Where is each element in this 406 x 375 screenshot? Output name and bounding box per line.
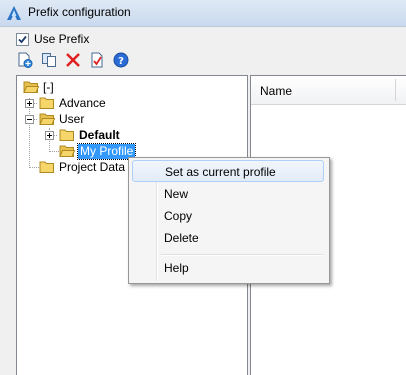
new-profile-button[interactable] <box>16 51 34 69</box>
svg-text:?: ? <box>118 56 124 67</box>
copy-button[interactable] <box>40 51 58 69</box>
menu-item-copy[interactable]: Copy <box>132 205 324 227</box>
window-title: Prefix configuration <box>28 5 131 19</box>
menu-item-help[interactable]: Help <box>132 257 324 279</box>
tree-item-label: Default <box>79 127 120 142</box>
folder-icon <box>59 129 74 141</box>
tree-item-advance[interactable]: Advance <box>39 95 106 111</box>
menu-item-delete[interactable]: Delete <box>132 227 324 249</box>
tree-item-default[interactable]: Default <box>59 127 120 143</box>
title-bar: Prefix configuration <box>0 0 406 27</box>
menu-separator <box>161 254 323 256</box>
tree-item-label: User <box>59 111 85 126</box>
folder-icon <box>39 161 54 173</box>
use-prefix-label: Use Prefix <box>34 32 90 46</box>
collapse-toggle[interactable] <box>25 115 34 124</box>
folder-icon <box>39 97 54 109</box>
copy-icon <box>42 53 56 67</box>
tree-connector <box>29 98 30 168</box>
tree-item-label: Advance <box>59 95 106 110</box>
context-menu: Set as current profile New Copy Delete H… <box>128 157 330 284</box>
tree-item-label: [-] <box>43 79 54 94</box>
folder-open-icon <box>23 81 39 93</box>
tree-item-my-profile[interactable]: My Profile <box>59 142 137 160</box>
folder-open-icon <box>59 145 75 157</box>
folder-open-icon <box>39 113 55 125</box>
tree-item-project-data[interactable]: Project Data <box>39 159 125 175</box>
help-button[interactable]: ? <box>112 51 130 69</box>
set-current-button[interactable] <box>88 51 106 69</box>
menu-item-label: Help <box>164 261 189 275</box>
expand-toggle[interactable] <box>25 99 34 108</box>
new-profile-icon <box>18 52 33 68</box>
delete-icon <box>66 53 80 67</box>
use-prefix-checkbox[interactable]: Use Prefix <box>16 31 89 47</box>
menu-item-label: Set as current profile <box>165 165 276 179</box>
delete-button[interactable] <box>64 51 82 69</box>
tree-item-label: My Profile <box>76 142 137 160</box>
list-header: Name <box>251 76 406 105</box>
checkbox-box[interactable] <box>16 32 29 46</box>
column-divider[interactable] <box>395 79 396 101</box>
expand-toggle[interactable] <box>45 131 54 140</box>
toolbar: ? <box>16 51 136 71</box>
menu-item-set-current-profile[interactable]: Set as current profile <box>132 160 324 182</box>
tree-item-label: Project Data <box>59 159 126 174</box>
tree-item-root[interactable]: [-] <box>23 79 54 95</box>
tree-item-user[interactable]: User <box>39 111 84 127</box>
menu-item-label: New <box>164 187 189 201</box>
app-logo-icon <box>6 5 22 21</box>
help-icon: ? <box>113 52 129 68</box>
column-header-name[interactable]: Name <box>260 84 292 98</box>
menu-item-label: Delete <box>164 231 199 245</box>
menu-item-label: Copy <box>164 209 193 223</box>
menu-item-new[interactable]: New <box>132 183 324 205</box>
set-current-icon <box>91 52 103 68</box>
